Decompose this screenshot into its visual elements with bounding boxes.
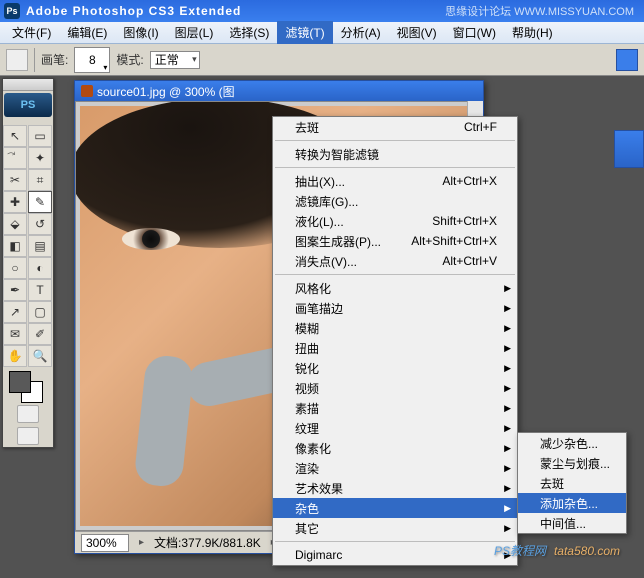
menu-item-1[interactable]: 编辑(E): [59, 21, 115, 44]
zoom-tool[interactable]: 🔍: [28, 345, 52, 367]
brush-size-dropdown[interactable]: 8: [74, 47, 110, 73]
menu-item-g3-2[interactable]: 模糊▶: [273, 318, 517, 338]
menu-item-g3-6[interactable]: 素描▶: [273, 398, 517, 418]
menu-item-g2-4[interactable]: 消失点(V)...Alt+Ctrl+V: [273, 251, 517, 271]
filter-menu: 去斑Ctrl+F 转换为智能滤镜抽出(X)...Alt+Ctrl+X滤镜库(G).…: [272, 116, 518, 566]
watermark-top: 思缘设计论坛 WWW.MISSYUAN.COM: [445, 3, 634, 19]
quickmask-button[interactable]: [17, 405, 39, 423]
titlebar: Ps Adobe Photoshop CS3 Extended 思缘设计论坛 W…: [0, 0, 644, 22]
eraser-tool[interactable]: ◧: [3, 235, 27, 257]
menu-item-g3-8[interactable]: 像素化▶: [273, 438, 517, 458]
menu-item-noise-1[interactable]: 蒙尘与划痕...: [518, 453, 626, 473]
options-bar: 画笔: 8 模式: 正常: [0, 44, 644, 76]
heal-tool[interactable]: ✚: [3, 191, 27, 213]
menu-item-g3-3[interactable]: 扭曲▶: [273, 338, 517, 358]
menu-item-convert[interactable]: 转换为智能滤镜: [273, 144, 517, 164]
menu-item-g2-3[interactable]: 图案生成器(P)...Alt+Shift+Ctrl+X: [273, 231, 517, 251]
menu-item-g3-0[interactable]: 风格化▶: [273, 278, 517, 298]
menu-item-noise-3[interactable]: 添加杂色...: [518, 493, 626, 513]
path-tool[interactable]: ↗: [3, 301, 27, 323]
menu-item-g3-12[interactable]: 其它▶: [273, 518, 517, 538]
filesize-label: 文档:377.9K/881.8K: [154, 534, 261, 551]
tool-preset-button[interactable]: [6, 49, 28, 71]
menu-item-5[interactable]: 滤镜(T): [277, 21, 332, 44]
menu-item-0[interactable]: 文件(F): [4, 21, 59, 44]
marquee-tool[interactable]: ▭: [28, 125, 52, 147]
color-swatches[interactable]: [3, 367, 53, 403]
notes-tool[interactable]: ✉: [3, 323, 27, 345]
menu-item-g2-1[interactable]: 滤镜库(G)...: [273, 191, 517, 211]
menu-item-noise-2[interactable]: 去斑: [518, 473, 626, 493]
type-tool[interactable]: T: [28, 279, 52, 301]
menubar: 文件(F)编辑(E)图像(I)图层(L)选择(S)滤镜(T)分析(A)视图(V)…: [0, 22, 644, 44]
ps-logo-button[interactable]: PS: [4, 93, 52, 117]
menu-item-g2-0[interactable]: 抽出(X)...Alt+Ctrl+X: [273, 171, 517, 191]
slice-tool[interactable]: ⌗: [28, 169, 52, 191]
document-title: source01.jpg @ 300% (图: [97, 83, 235, 100]
noise-submenu: 减少杂色...蒙尘与划痕...去斑添加杂色...中间值...: [517, 432, 627, 534]
history-brush-tool[interactable]: ↺: [28, 213, 52, 235]
palette-toggle-button[interactable]: [616, 49, 638, 71]
menu-item-8[interactable]: 窗口(W): [445, 21, 504, 44]
zoom-field[interactable]: 300%: [81, 534, 129, 552]
hand-tool[interactable]: ✋: [3, 345, 27, 367]
shape-tool[interactable]: ▢: [28, 301, 52, 323]
dodge-tool[interactable]: ◐: [28, 257, 52, 279]
menu-item-g3-1[interactable]: 画笔描边▶: [273, 298, 517, 318]
menu-item-g3-5[interactable]: 视频▶: [273, 378, 517, 398]
blur-tool[interactable]: ○: [3, 257, 27, 279]
menu-item-2[interactable]: 图像(I): [115, 21, 166, 44]
menu-item-g3-10[interactable]: 艺术效果▶: [273, 478, 517, 498]
lasso-tool[interactable]: ⃕: [3, 147, 27, 169]
menu-item-g3-7[interactable]: 纹理▶: [273, 418, 517, 438]
brush-tool[interactable]: ✎: [28, 191, 52, 213]
document-titlebar[interactable]: source01.jpg @ 300% (图: [75, 81, 483, 101]
menu-item-g3-4[interactable]: 锐化▶: [273, 358, 517, 378]
menu-item-4[interactable]: 选择(S): [221, 21, 277, 44]
menu-item-g3-9[interactable]: 渲染▶: [273, 458, 517, 478]
menu-item-noise-4[interactable]: 中间值...: [518, 513, 626, 533]
mode-dropdown[interactable]: 正常: [150, 51, 200, 69]
menu-item-9[interactable]: 帮助(H): [504, 21, 561, 44]
crop-tool[interactable]: ✂: [3, 169, 27, 191]
menu-item-last-0[interactable]: 去斑Ctrl+F: [273, 117, 517, 137]
app-title: Adobe Photoshop CS3 Extended: [26, 4, 445, 18]
menu-item-g4-0[interactable]: Digimarc▶: [273, 545, 517, 565]
menu-item-3[interactable]: 图层(L): [167, 21, 222, 44]
brush-label: 画笔:: [41, 51, 68, 68]
mode-label: 模式:: [116, 51, 143, 68]
tool-palette: PS ↖▭⃕✦✂⌗✚✎⬙↺◧▤○◐✒T↗▢✉✐✋🔍: [2, 78, 54, 448]
pen-tool[interactable]: ✒: [3, 279, 27, 301]
gradient-tool[interactable]: ▤: [28, 235, 52, 257]
palette-well[interactable]: [614, 130, 644, 168]
workspace: PS ↖▭⃕✦✂⌗✚✎⬙↺◧▤○◐✒T↗▢✉✐✋🔍 source01.jpg @…: [0, 76, 644, 578]
menu-item-g2-2[interactable]: 液化(L)...Shift+Ctrl+X: [273, 211, 517, 231]
menu-item-g3-11[interactable]: 杂色▶: [273, 498, 517, 518]
eyedropper-tool[interactable]: ✐: [28, 323, 52, 345]
palette-grip[interactable]: [3, 79, 53, 91]
screenmode-button[interactable]: [17, 427, 39, 445]
move-tool[interactable]: ↖: [3, 125, 27, 147]
menu-item-6[interactable]: 分析(A): [333, 21, 389, 44]
app-icon: Ps: [4, 3, 20, 19]
wand-tool[interactable]: ✦: [28, 147, 52, 169]
foreground-color-swatch[interactable]: [9, 371, 31, 393]
stamp-tool[interactable]: ⬙: [3, 213, 27, 235]
watermark-bottom: PS教程网tata580.com: [494, 542, 620, 560]
status-arrow-icon[interactable]: ▸: [139, 537, 144, 548]
menu-item-noise-0[interactable]: 减少杂色...: [518, 433, 626, 453]
menu-item-7[interactable]: 视图(V): [389, 21, 445, 44]
document-icon: [81, 85, 93, 97]
